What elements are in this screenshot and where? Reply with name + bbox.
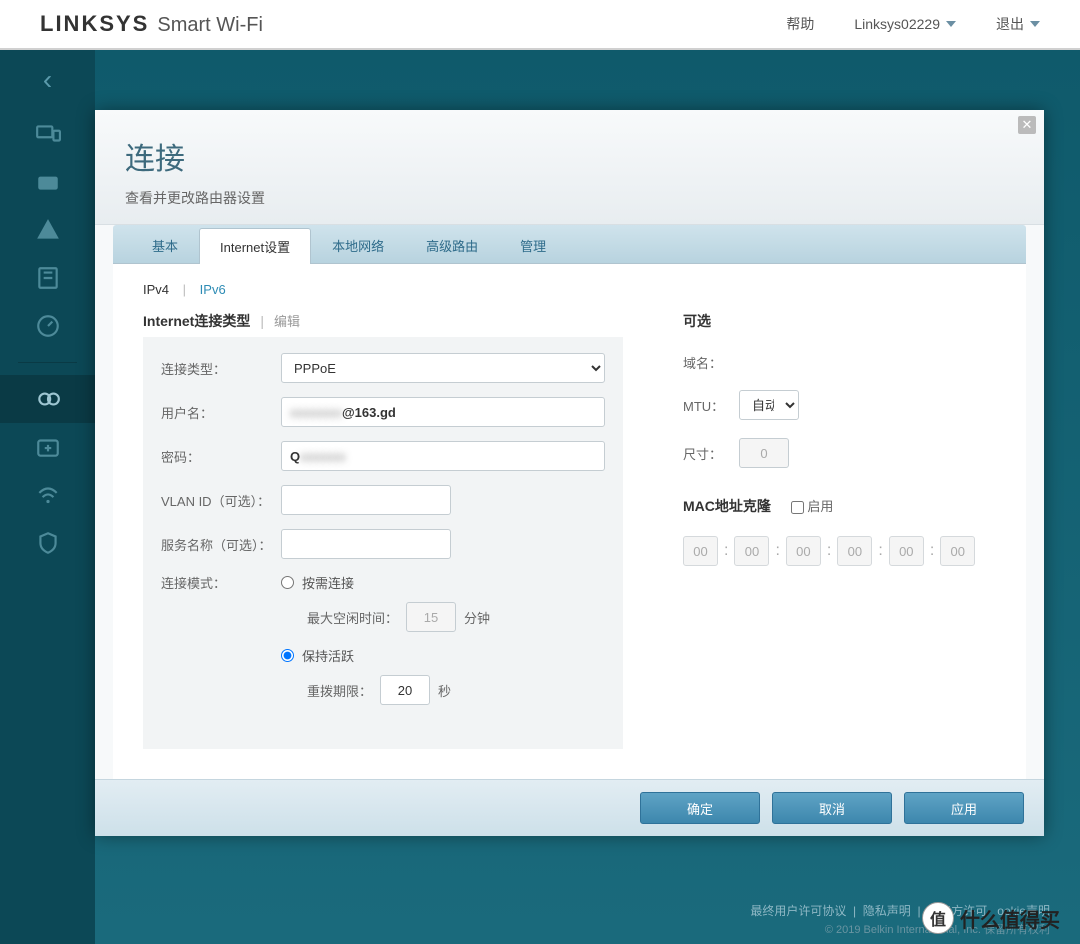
troubleshoot-icon[interactable] <box>0 423 95 471</box>
connection-form: 连接类型： PPPoE 用户名： xxxxxxxx@163.gd 密码： Qxx… <box>143 337 623 749</box>
mac-octet-4 <box>837 536 872 566</box>
settings-modal: ✕ 连接 查看并更改路由器设置 基本 Internet设置 本地网络 高级路由 … <box>95 110 1044 836</box>
mac-octet-3 <box>786 536 821 566</box>
service-input[interactable] <box>281 529 451 559</box>
copyright: © 2019 Belkin International, Inc. 保留所有权利 <box>0 921 1050 937</box>
mac-octet-5 <box>889 536 924 566</box>
top-bar: LINKSYSSmart Wi-Fi 帮助 Linksys02229 退出 <box>0 0 1080 50</box>
username-label: 用户名： <box>161 403 281 422</box>
sidebar: ‹ <box>0 50 95 944</box>
service-label: 服务名称（可选）： <box>161 535 281 554</box>
wireless-icon[interactable] <box>0 471 95 519</box>
vlan-input[interactable] <box>281 485 451 515</box>
mac-enable-checkbox[interactable] <box>791 501 804 514</box>
tab-internet[interactable]: Internet设置 <box>199 228 311 264</box>
mac-clone-heading: MAC地址克隆 启用 <box>683 496 996 516</box>
idle-time-label: 最大空闲时间： <box>307 608 398 627</box>
mode-label: 连接模式： <box>161 573 281 592</box>
modal-title: 连接 <box>125 134 1014 178</box>
guest-icon[interactable] <box>0 158 95 206</box>
conn-type-select[interactable]: PPPoE <box>281 353 605 383</box>
account-dropdown[interactable]: Linksys02229 <box>854 16 956 32</box>
media-icon[interactable] <box>0 254 95 302</box>
ok-button[interactable]: 确定 <box>640 792 760 824</box>
mac-octet-2 <box>734 536 769 566</box>
mtu-label: MTU： <box>683 396 739 415</box>
conn-type-label: 连接类型： <box>161 359 281 378</box>
brand-logo: LINKSYSSmart Wi-Fi <box>40 11 263 37</box>
tab-local-network[interactable]: 本地网络 <box>311 227 405 263</box>
password-label: 密码： <box>161 447 281 466</box>
edit-link[interactable]: 编辑 <box>274 314 300 329</box>
mac-address-row: : : : : : <box>683 536 996 566</box>
keepalive-radio[interactable] <box>281 649 294 662</box>
ip-version-nav: IPv4 | IPv6 <box>143 282 996 297</box>
tab-advanced-routing[interactable]: 高级路由 <box>405 227 499 263</box>
eula-link[interactable]: 最终用户许可协议 <box>750 904 846 918</box>
on-demand-label: 按需连接 <box>302 573 354 592</box>
idle-time-unit: 分钟 <box>464 608 490 627</box>
connectivity-icon[interactable] <box>0 375 95 423</box>
chevron-down-icon <box>946 21 956 27</box>
mac-octet-1 <box>683 536 718 566</box>
size-input <box>739 438 789 468</box>
watermark-icon: 值 <box>922 902 954 934</box>
close-icon[interactable]: ✕ <box>1018 116 1036 134</box>
redial-input[interactable] <box>380 675 430 705</box>
privacy-link[interactable]: 隐私声明 <box>863 904 911 918</box>
on-demand-radio[interactable] <box>281 576 294 589</box>
tab-admin[interactable]: 管理 <box>499 227 567 263</box>
redial-unit: 秒 <box>438 681 451 700</box>
top-right: 帮助 Linksys02229 退出 <box>786 14 1040 34</box>
redial-label: 重拨期限： <box>307 681 372 700</box>
devices-icon[interactable] <box>0 110 95 158</box>
ipv4-link[interactable]: IPv4 <box>143 282 169 297</box>
section-heading: Internet连接类型|编辑 <box>143 311 623 331</box>
mac-enable-label: 启用 <box>807 499 833 514</box>
apply-button[interactable]: 应用 <box>904 792 1024 824</box>
parental-icon[interactable] <box>0 206 95 254</box>
back-arrow-icon[interactable]: ‹ <box>0 50 95 110</box>
help-link[interactable]: 帮助 <box>786 14 814 34</box>
modal-subtitle: 查看并更改路由器设置 <box>125 188 1014 208</box>
tab-basic[interactable]: 基本 <box>131 227 199 263</box>
chevron-down-icon <box>1030 21 1040 27</box>
tab-bar: 基本 Internet设置 本地网络 高级路由 管理 <box>113 225 1026 264</box>
page-footer: 最终用户许可协议 | 隐私声明 | 第三方许可 ookie声明 © 2019 B… <box>0 896 1080 944</box>
username-input[interactable]: xxxxxxxx@163.gd <box>281 397 605 427</box>
panel-body: IPv4 | IPv6 Internet连接类型|编辑 连接类型： PPPoE … <box>113 264 1026 779</box>
modal-footer: 确定 取消 应用 <box>95 779 1044 836</box>
speed-icon[interactable] <box>0 302 95 350</box>
cancel-button[interactable]: 取消 <box>772 792 892 824</box>
ipv6-link[interactable]: IPv6 <box>200 282 226 297</box>
size-label: 尺寸： <box>683 444 739 463</box>
logout-dropdown[interactable]: 退出 <box>996 14 1040 34</box>
mtu-select[interactable]: 自动 <box>739 390 799 420</box>
keepalive-label: 保持活跃 <box>302 646 354 665</box>
password-input[interactable]: Qxxxxxxx <box>281 441 605 471</box>
domain-label: 域名： <box>683 353 739 372</box>
idle-time-input <box>406 602 456 632</box>
mac-octet-6 <box>940 536 975 566</box>
vlan-label: VLAN ID（可选）： <box>161 491 281 510</box>
security-icon[interactable] <box>0 519 95 567</box>
optional-heading: 可选 <box>683 311 996 331</box>
watermark: 值 什么值得买 <box>922 902 1060 934</box>
